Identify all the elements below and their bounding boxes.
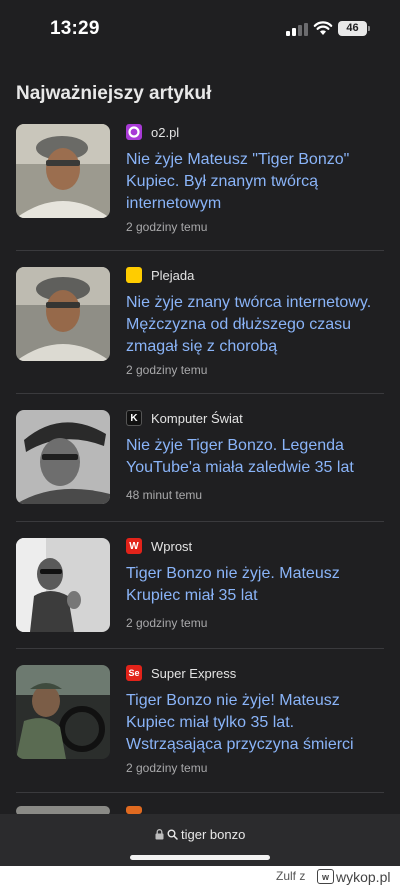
article-source: o2.pl: [151, 125, 180, 140]
watermark-site: wykop.pl: [336, 868, 391, 885]
article-source: Wprost: [151, 539, 193, 554]
plejada-logo-icon: [126, 267, 142, 283]
divider: [16, 792, 384, 793]
browser-address-bar[interactable]: tiger bonzo: [0, 814, 400, 866]
url-display[interactable]: tiger bonzo: [155, 826, 245, 842]
lock-icon: [155, 828, 164, 839]
divider: [16, 393, 384, 394]
wprost-logo-icon: W: [126, 538, 142, 554]
article-headline[interactable]: Nie żyje Mateusz "Tiger Bonzo" Kupiec. B…: [126, 149, 376, 215]
section-title: Najważniejszy artykuł: [16, 83, 212, 104]
article-card[interactable]: Plejada Nie żyje znany twórca internetow…: [0, 267, 400, 393]
article-thumbnail[interactable]: [16, 267, 110, 361]
article-time: 2 godziny temu: [126, 220, 208, 234]
article-time: 2 godziny temu: [126, 363, 208, 377]
super-express-logo-icon: Se: [126, 665, 142, 681]
divider: [16, 648, 384, 649]
article-headline[interactable]: Tiger Bonzo nie żyje. Mateusz Krupiec mi…: [126, 563, 376, 607]
status-time: 13:29: [50, 18, 100, 39]
status-bar: 13:29 46: [0, 0, 400, 62]
article-time: 48 minut temu: [126, 488, 203, 502]
article-headline[interactable]: Nie żyje znany twórca internetowy. Mężcz…: [126, 292, 376, 358]
article-card[interactable]: Se Super Express Tiger Bonzo nie żyje! M…: [0, 665, 400, 791]
article-headline[interactable]: Tiger Bonzo nie żyje! Mateusz Kupiec mia…: [126, 690, 376, 756]
source-logo-icon: [126, 806, 142, 814]
article-card[interactable]: W Wprost Tiger Bonzo nie żyje. Mateusz K…: [0, 538, 400, 648]
cellular-signal-icon: [286, 23, 308, 36]
article-source: Komputer Świat: [151, 411, 243, 426]
article-thumbnail[interactable]: [16, 665, 110, 759]
home-indicator[interactable]: [130, 855, 270, 860]
phone-screen: 13:29 46 Najważniejszy artykuł o2.pl Nie…: [0, 0, 400, 866]
watermark-logo: w wykop.pl: [317, 868, 390, 885]
article-thumbnail[interactable]: [16, 124, 110, 218]
article-thumbnail[interactable]: [16, 410, 110, 504]
article-card[interactable]: K Komputer Świat Nie żyje Tiger Bonzo. L…: [0, 410, 400, 520]
watermark-bar: Zulf z w wykop.pl: [0, 866, 400, 887]
article-thumbnail[interactable]: [16, 538, 110, 632]
wifi-icon: [313, 21, 333, 35]
watermark-user: Zulf z: [276, 869, 306, 883]
o2-logo-icon: [126, 124, 142, 140]
article-time: 2 godziny temu: [126, 761, 208, 775]
komputer-swiat-logo-icon: K: [126, 410, 142, 426]
divider: [16, 521, 384, 522]
article-source: Super Express: [151, 666, 237, 681]
search-icon: [167, 829, 178, 840]
article-card[interactable]: o2.pl Nie żyje Mateusz "Tiger Bonzo" Kup…: [0, 124, 400, 250]
battery-tip: [368, 26, 370, 31]
article-headline[interactable]: Nie żyje Tiger Bonzo. Legenda YouTube'a …: [126, 435, 376, 479]
divider: [16, 250, 384, 251]
url-text: tiger bonzo: [181, 826, 246, 842]
battery-level: 46: [346, 22, 359, 34]
article-time: 2 godziny temu: [126, 616, 208, 630]
wykop-logo-icon: w: [317, 869, 334, 884]
article-source: Plejada: [151, 268, 195, 283]
battery-icon: 46: [338, 21, 367, 36]
